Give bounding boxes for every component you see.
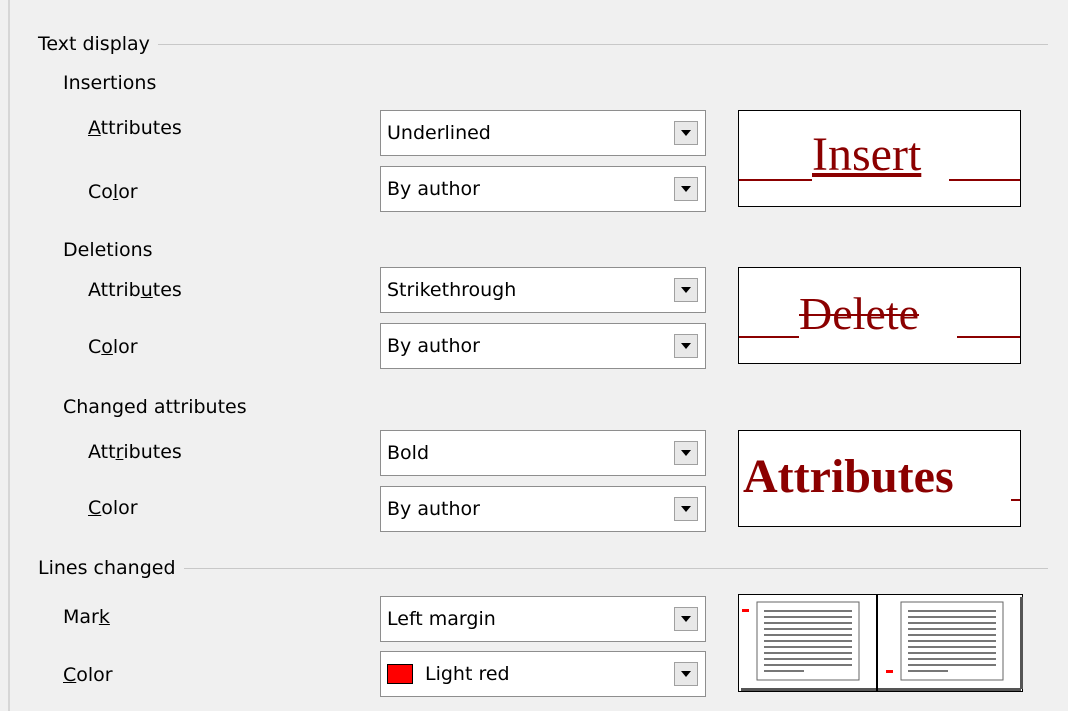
- dropdown-arrow-icon[interactable]: [674, 662, 698, 686]
- deletions-attributes-value: Strikethrough: [387, 279, 517, 301]
- changed-attributes-color-label: Color: [88, 497, 138, 519]
- lines-color-label: Color: [63, 664, 113, 686]
- dropdown-arrow-icon[interactable]: [674, 177, 698, 201]
- changed-attributes-attributes-value: Bold: [387, 442, 429, 464]
- panel-left-border: [8, 0, 10, 711]
- text-display-section: Text display: [38, 33, 1048, 55]
- insertions-color-label: Color: [88, 181, 138, 203]
- deletions-color-label: Color: [88, 336, 138, 358]
- dropdown-arrow-icon[interactable]: [674, 607, 698, 631]
- page-preview-icon: [738, 594, 1023, 692]
- insertions-attributes-dropdown[interactable]: Underlined: [380, 110, 706, 156]
- insertions-heading: Insertions: [63, 72, 157, 94]
- insertions-color-value: By author: [387, 178, 480, 200]
- preview-baseline-right: [949, 179, 1020, 181]
- deletions-preview: Delete: [738, 267, 1021, 364]
- mark-dropdown[interactable]: Left margin: [380, 596, 706, 642]
- deletions-attributes-dropdown[interactable]: Strikethrough: [380, 267, 706, 313]
- color-swatch: [387, 664, 413, 684]
- dropdown-arrow-icon[interactable]: [674, 121, 698, 145]
- changed-attributes-preview: Attributes: [738, 430, 1021, 527]
- changed-attributes-heading: Changed attributes: [63, 396, 247, 418]
- insertions-preview: Insert: [738, 110, 1021, 207]
- preview-baseline-left: [739, 179, 812, 181]
- section-divider: [157, 43, 1048, 45]
- dropdown-arrow-icon[interactable]: [674, 497, 698, 521]
- changed-attributes-color-value: By author: [387, 498, 480, 520]
- lines-color-value: Light red: [425, 663, 510, 685]
- deletions-heading: Deletions: [63, 239, 153, 261]
- dropdown-arrow-icon[interactable]: [674, 441, 698, 465]
- lines-changed-section: Lines changed: [38, 557, 1048, 579]
- preview-baseline-left: [739, 336, 799, 338]
- dropdown-arrow-icon[interactable]: [674, 334, 698, 358]
- changed-attributes-attributes-label: Attributes: [88, 441, 182, 463]
- insertions-attributes-label: Attributes: [88, 117, 182, 139]
- lines-changed-heading: Lines changed: [38, 557, 176, 579]
- section-divider: [183, 567, 1048, 569]
- changed-attributes-attributes-dropdown[interactable]: Bold: [380, 430, 706, 476]
- lines-color-dropdown[interactable]: Light red: [380, 651, 706, 697]
- preview-baseline-right: [957, 336, 1020, 338]
- dropdown-arrow-icon[interactable]: [674, 278, 698, 302]
- deletions-color-value: By author: [387, 335, 480, 357]
- text-display-heading: Text display: [38, 33, 150, 55]
- changed-attributes-preview-text: Attributes: [743, 450, 954, 503]
- insertions-color-dropdown[interactable]: By author: [380, 166, 706, 212]
- mark-value: Left margin: [387, 608, 496, 630]
- insertions-attributes-value: Underlined: [387, 122, 491, 144]
- deletions-attributes-label: Attributes: [88, 279, 182, 301]
- deletions-preview-text: Delete: [799, 288, 920, 339]
- mark-label: Mark: [63, 606, 110, 628]
- changed-attributes-color-dropdown[interactable]: By author: [380, 486, 706, 532]
- lines-changed-preview: [738, 594, 1023, 692]
- insertions-preview-text: Insert: [812, 128, 922, 181]
- preview-baseline-right: [1011, 499, 1020, 501]
- deletions-color-dropdown[interactable]: By author: [380, 323, 706, 369]
